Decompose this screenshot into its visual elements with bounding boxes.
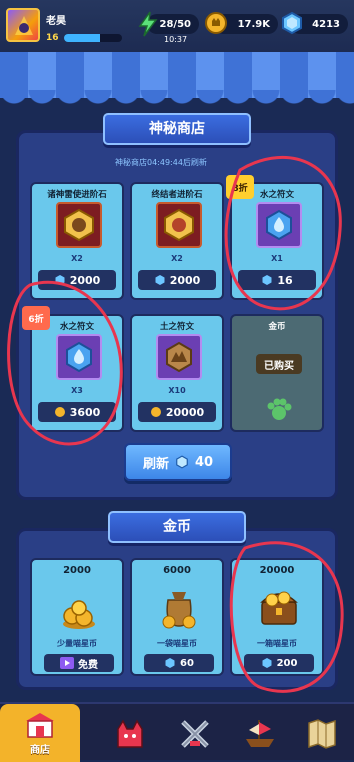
coin-pack-card[interactable]: 2000 少量喵星币 免费 [30,558,124,676]
coin-bag-icon [154,580,204,636]
coin-pack-price[interactable]: 200 [244,654,314,672]
item-name: 金币 [268,322,286,332]
coin-pack-label: 一箱喵星币 [257,639,297,648]
gem-icon [280,11,304,38]
item-qty: X1 [271,254,283,263]
refresh-button[interactable]: 刷新 40 [124,443,232,481]
gold-counter[interactable]: 17.9K [205,12,278,34]
water-rune-icon [56,334,102,380]
item-qty: X2 [71,254,83,263]
gem-counter[interactable]: 4213 [282,11,348,35]
player-level: 16 [46,33,59,43]
coin-amount: 2000 [63,565,91,576]
coin-pack-price[interactable]: 免费 [44,654,114,672]
item-qty: X3 [71,386,83,395]
map-icon [308,719,336,749]
item-price[interactable]: 16 [238,270,316,290]
earth-rune-icon [156,334,202,380]
xp-bar [64,34,122,42]
nav-shop-label: 商店 [30,744,50,756]
advancement-stone-icon [56,202,102,248]
gem-icon [176,455,188,469]
shop-item-card[interactable]: 土之符文 X10 20000 [130,314,224,432]
nav-shop[interactable]: 商店 [0,704,80,762]
coin-pile-icon [54,580,104,636]
coin-pack-card[interactable]: 6000 一袋喵星币 60 [130,558,224,676]
item-name: 诸神雷使进阶石 [47,190,107,200]
water-rune-icon [256,202,302,248]
energy-counter[interactable]: 28/50 [138,11,199,37]
gem-value: 4213 [312,18,340,30]
discount-badge: 8折 [226,175,254,199]
nav-ship[interactable] [230,708,290,760]
coin-amount: 20000 [259,565,295,576]
advancement-stone-icon [156,202,202,248]
shop-item-card[interactable]: 水之符文 X1 16 [230,182,324,300]
cat-heroes-icon [117,719,143,748]
energy-timer: 10:37 [164,35,188,44]
player-name: 老昊 [46,16,66,27]
energy-icon [137,11,159,40]
paw-icon [266,398,292,426]
crossed-swords-icon [181,720,209,748]
awning-scallop [0,90,354,108]
shop-item-card-sold: 金币 已购买 [230,314,324,432]
gold-shop-title: 金币 [108,511,246,543]
discount-badge: 6折 [22,306,50,330]
video-ad-icon [60,657,74,669]
gem-icon [165,658,175,668]
gold-value: 17.9K [237,18,270,30]
shop-item-card[interactable]: 水之符文 X3 3600 [30,314,124,432]
refresh-timer: 神秘商店04:49:44后刷新 [115,158,207,167]
item-price[interactable]: 2000 [138,270,216,290]
coin-pack-price[interactable]: 60 [144,654,214,672]
item-price[interactable]: 2000 [38,270,116,290]
energy-value: 28/50 [159,18,191,30]
item-price[interactable]: 3600 [38,402,116,422]
shop-icon [26,712,54,738]
gem-icon [155,275,165,285]
item-qty: X2 [171,254,183,263]
item-price[interactable]: 20000 [138,402,216,422]
gem-icon [262,275,272,285]
coin-amount: 6000 [163,565,191,576]
item-name: 土之符文 [159,322,194,332]
mystery-shop-title: 神秘商店 [103,113,251,145]
bottom-nav: 商店 [0,702,354,762]
top-bar: 老昊 16 28/50 10:37 17.9K 4213 [0,0,354,52]
player-avatar[interactable] [6,8,40,42]
treasure-chest-icon [254,580,304,636]
shop-item-card[interactable]: 诸神雷使进阶石 X2 2000 [30,182,124,300]
gold-coin-icon [150,407,161,417]
shop-item-card[interactable]: 终结者进阶石 X2 2000 [130,182,224,300]
coin-pack-label: 少量喵星币 [57,639,97,648]
gold-coin-icon [204,11,228,38]
gem-icon [262,658,272,668]
gem-icon [55,275,65,285]
coin-pack-label: 一袋喵星币 [157,639,197,648]
nav-battle[interactable] [165,708,225,760]
coin-pack-card[interactable]: 20000 一箱喵星币 200 [230,558,324,676]
nav-heroes[interactable] [100,708,160,760]
item-qty: X10 [168,386,186,395]
sold-label: 已购买 [256,354,302,374]
pirate-ship-icon [246,720,274,747]
gold-coin-icon [54,407,65,417]
item-name: 终结者进阶石 [151,190,203,200]
nav-map[interactable] [292,708,352,760]
